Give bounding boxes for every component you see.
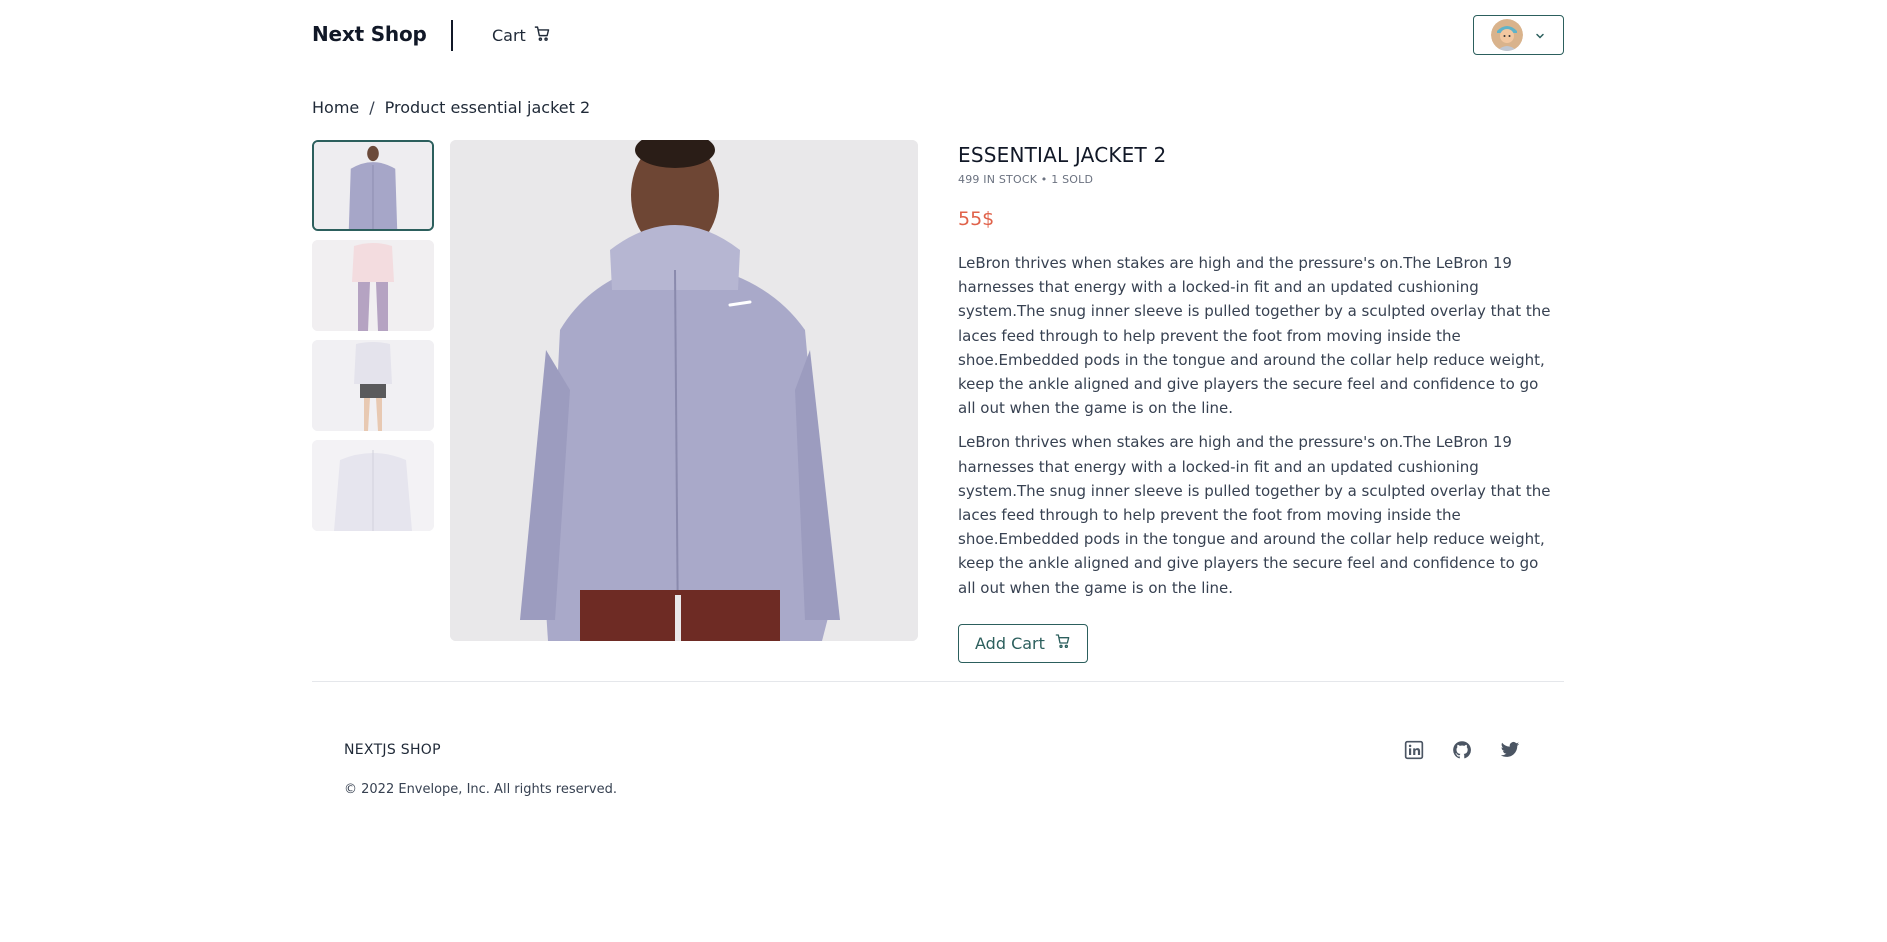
chevron-down-icon [1535, 26, 1545, 45]
product-description-2: LeBron thrives when stakes are high and … [958, 433, 1551, 597]
avatar [1491, 19, 1523, 51]
product-info: ESSENTIAL JACKET 2 499 IN STOCK • 1 SOLD… [958, 143, 1558, 663]
user-menu-button[interactable] [1473, 15, 1564, 55]
product-main-image [450, 140, 918, 641]
stock-status: 499 IN STOCK • 1 SOLD [958, 173, 1094, 186]
copyright-text: © 2022 Envelope, Inc. All rights reserve… [344, 782, 618, 797]
footer-divider [312, 681, 1564, 682]
thumbnail-3[interactable] [312, 340, 434, 431]
product-title: ESSENTIAL JACKET 2 [958, 143, 1167, 167]
product-price: 55$ [958, 208, 995, 230]
top-navbar: Next Shop Cart [0, 0, 1887, 72]
thumbnail-4[interactable] [312, 440, 434, 531]
linkedin-icon[interactable] [1404, 740, 1424, 764]
add-cart-label: Add Cart [975, 633, 1045, 653]
twitter-icon[interactable] [1500, 740, 1520, 764]
breadcrumb-home[interactable]: Home [312, 98, 359, 117]
cart-label: Cart [492, 26, 526, 45]
cart-icon [534, 25, 551, 46]
thumbnail-1[interactable] [312, 140, 434, 231]
footer-brand: NEXTJS SHOP [344, 742, 441, 758]
brand-logo[interactable]: Next Shop [312, 22, 427, 46]
cart-icon [1055, 633, 1071, 653]
cart-link[interactable]: Cart [492, 25, 551, 46]
breadcrumb-separator: / [369, 98, 375, 117]
nav-divider [451, 20, 453, 51]
breadcrumb-current: Product essential jacket 2 [384, 98, 591, 117]
thumbnail-2[interactable] [312, 240, 434, 331]
social-links [1404, 740, 1520, 764]
breadcrumb: Home / Product essential jacket 2 [312, 98, 590, 117]
github-icon[interactable] [1452, 740, 1472, 764]
thumbnail-list [312, 140, 434, 540]
add-cart-button[interactable]: Add Cart [958, 623, 1088, 663]
product-description-1: LeBron thrives when stakes are high and … [958, 254, 1551, 418]
